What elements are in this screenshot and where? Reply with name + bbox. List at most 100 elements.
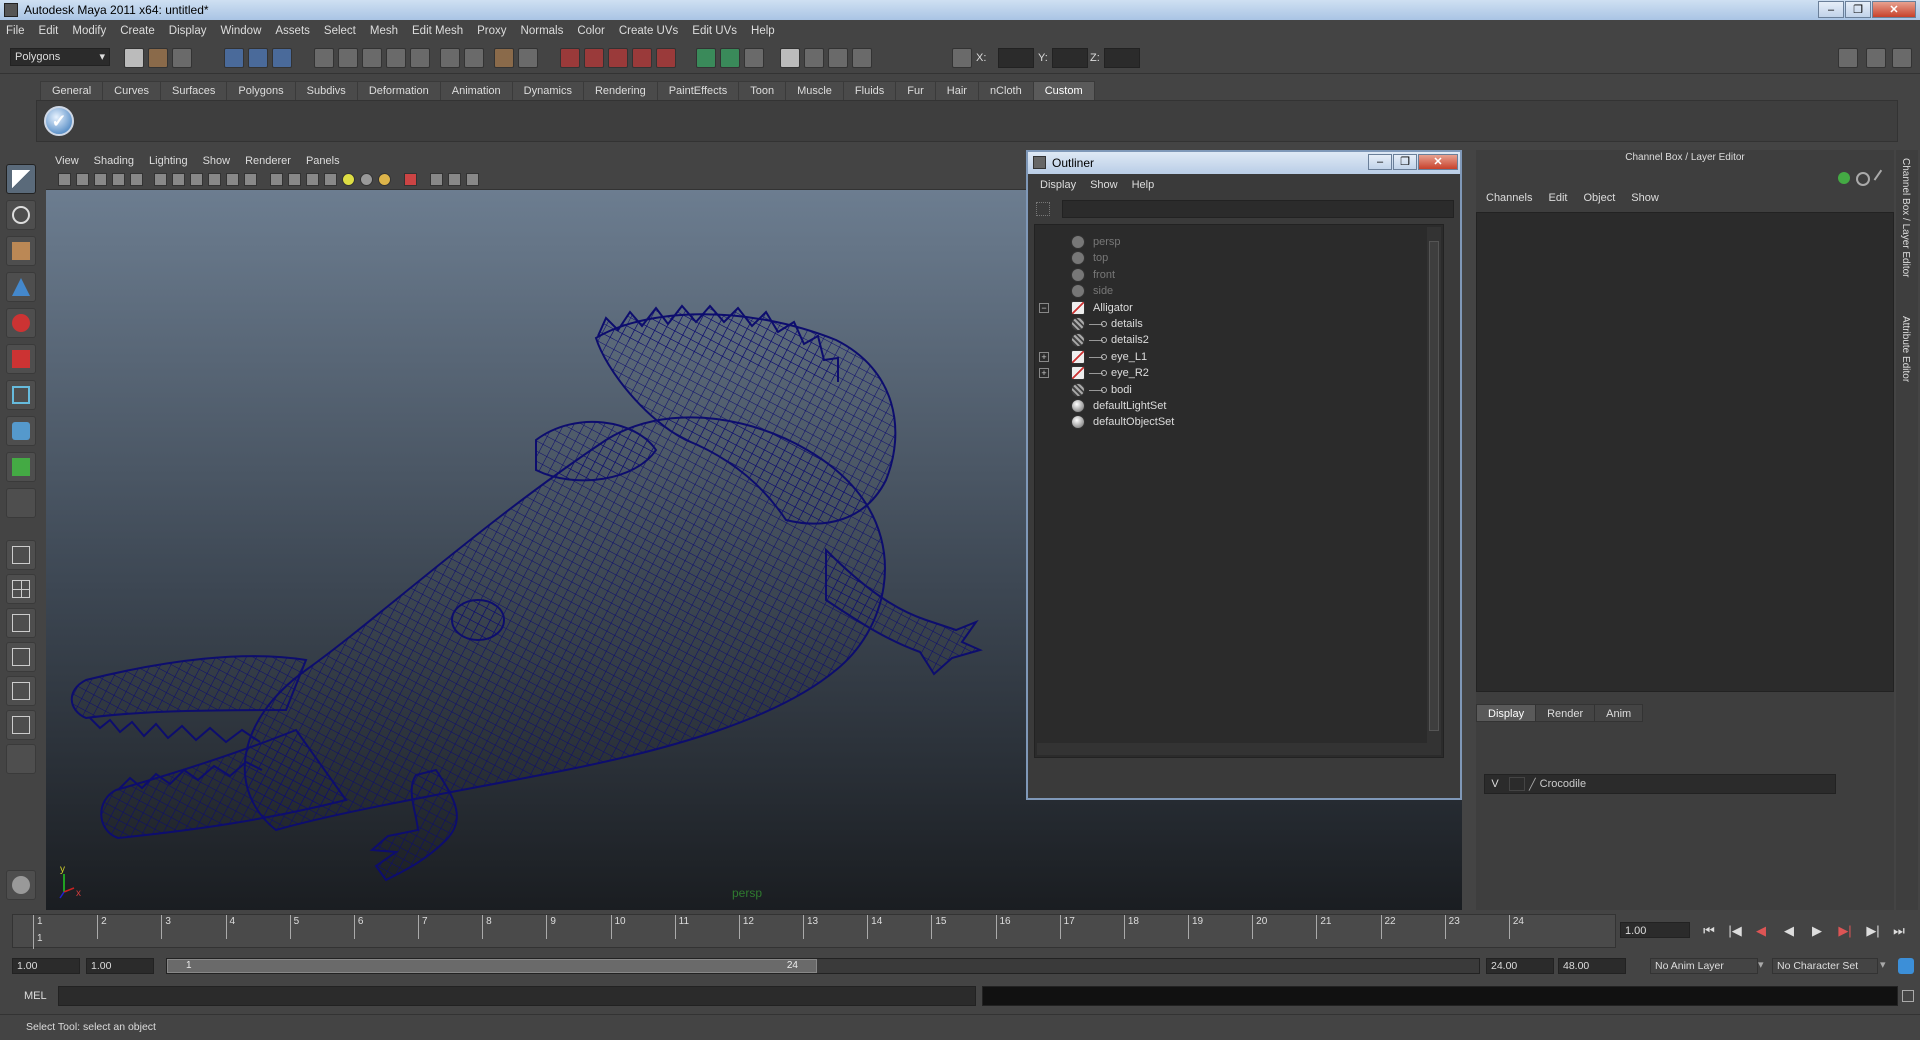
script-editor-icon[interactable] <box>1902 990 1914 1002</box>
go-to-end-icon[interactable]: ⏭ <box>1890 922 1908 940</box>
shelf-tab-animation[interactable]: Animation <box>439 81 513 100</box>
play-forward-icon[interactable]: ▶ <box>1808 922 1826 940</box>
resolution-gate-icon[interactable] <box>172 173 185 186</box>
anim-start-field[interactable]: 1.00 <box>12 958 80 974</box>
menu-file[interactable]: File <box>6 25 25 37</box>
alligator-mesh[interactable] <box>70 304 983 882</box>
minimize-button[interactable]: – <box>1818 1 1844 18</box>
manip-icon[interactable] <box>1856 172 1870 186</box>
shelf-tab-custom[interactable]: Custom <box>1032 81 1095 100</box>
tool-settings-icon[interactable] <box>804 48 824 68</box>
four-pane-layout-icon[interactable] <box>6 574 36 604</box>
constraint-icon[interactable] <box>720 48 740 68</box>
shelf-tab-ncloth[interactable]: nCloth <box>977 81 1034 100</box>
menu-create-uvs[interactable]: Create UVs <box>619 25 678 37</box>
viewport-menu-panels[interactable]: Panels <box>306 155 340 167</box>
menu-edit-uvs[interactable]: Edit UVs <box>692 25 737 37</box>
step-back-icon[interactable]: |◀ <box>1726 922 1744 940</box>
use-lights-icon[interactable] <box>342 173 355 186</box>
show-channel-box-icon[interactable] <box>1892 48 1912 68</box>
range-slider[interactable]: 1 24 <box>166 958 1480 974</box>
outliner-menu-show[interactable]: Show <box>1090 179 1118 191</box>
rotate-tool-icon[interactable] <box>6 308 36 338</box>
render-current-icon[interactable] <box>560 48 580 68</box>
layer-tab-anim[interactable]: Anim <box>1594 704 1644 722</box>
outliner-item-defaultlightset[interactable]: defaultLightSet <box>1035 397 1425 415</box>
shelf-tab-polygons[interactable]: Polygons <box>226 81 296 100</box>
shelf-tab-hair[interactable]: Hair <box>934 81 979 100</box>
menu-normals[interactable]: Normals <box>521 25 564 37</box>
help-icon[interactable] <box>464 48 484 68</box>
close-button[interactable]: ✕ <box>1872 1 1916 18</box>
menu-color[interactable]: Color <box>577 25 604 37</box>
outliner-item-details2[interactable]: details2 <box>1035 331 1425 349</box>
channel-box-menu-object[interactable]: Object <box>1583 192 1615 204</box>
expand-toggle-icon[interactable]: + <box>1039 368 1049 379</box>
shelf-tab-deformation[interactable]: Deformation <box>356 81 441 100</box>
lasso-tool-icon[interactable] <box>6 200 36 230</box>
snap-plane-icon[interactable] <box>386 48 406 68</box>
shelf-tab-curves[interactable]: Curves <box>102 81 161 100</box>
expand-toggle-icon[interactable]: + <box>1039 351 1049 362</box>
show-manipulator-icon[interactable] <box>6 452 36 482</box>
isolate-select-icon[interactable] <box>404 173 417 186</box>
field-chart-icon[interactable] <box>208 173 221 186</box>
channel-box-menu-show[interactable]: Show <box>1631 192 1659 204</box>
outliner-item-alligator[interactable]: − Alligator <box>1035 299 1425 317</box>
outliner-item-defaultobjectset[interactable]: defaultObjectSet <box>1035 413 1425 431</box>
layout-icon[interactable] <box>744 48 764 68</box>
playback-end-field[interactable]: 24.00 <box>1486 958 1554 974</box>
shelf-tab-general[interactable]: General <box>40 81 104 100</box>
last-tool-icon[interactable] <box>6 488 36 518</box>
go-to-start-icon[interactable]: ⏮ <box>1700 922 1718 940</box>
safe-action-icon[interactable] <box>226 173 239 186</box>
outliner-menu-display[interactable]: Display <box>1040 179 1076 191</box>
outliner-minimize-button[interactable]: – <box>1368 154 1392 170</box>
open-scene-icon[interactable] <box>148 48 168 68</box>
show-tool-settings-icon[interactable] <box>1866 48 1886 68</box>
step-back-key-icon[interactable]: ◀ <box>1752 922 1770 940</box>
outliner-persp-layout-icon[interactable] <box>6 608 36 638</box>
character-set-dropdown[interactable]: No Character Set <box>1772 958 1878 974</box>
layer-row-crocodile[interactable]: V ╱ Crocodile <box>1484 774 1836 794</box>
smooth-shade-icon[interactable] <box>288 173 301 186</box>
menu-mesh[interactable]: Mesh <box>370 25 398 37</box>
speed-icon[interactable] <box>1873 169 1891 187</box>
outliner-horizontal-scrollbar[interactable] <box>1037 743 1437 755</box>
menu-assets[interactable]: Assets <box>275 25 310 37</box>
channel-box-menu-edit[interactable]: Edit <box>1548 192 1567 204</box>
graph-persp-layout-icon[interactable] <box>6 642 36 672</box>
shelf-tab-dynamics[interactable]: Dynamics <box>511 81 584 100</box>
select-tool-icon[interactable] <box>6 164 36 194</box>
anim-layer-dropdown[interactable]: No Anim Layer <box>1650 958 1758 974</box>
outliner-close-button[interactable]: ✕ <box>1418 154 1458 170</box>
textured-icon[interactable] <box>324 173 337 186</box>
camera-attributes-icon[interactable] <box>76 173 89 186</box>
shelf-tab-painteffects[interactable]: PaintEffects <box>656 81 740 100</box>
channel-box-menu-channels[interactable]: Channels <box>1486 192 1532 204</box>
hypershade-icon[interactable] <box>632 48 652 68</box>
single-pane-layout-icon[interactable] <box>6 540 36 570</box>
collapse-toggle-icon[interactable]: − <box>1039 302 1049 313</box>
camera-select-icon[interactable] <box>58 173 71 186</box>
menu-modify[interactable]: Modify <box>72 25 106 37</box>
image-plane-icon[interactable] <box>112 173 125 186</box>
outliner-filter-input[interactable] <box>1062 200 1454 218</box>
outliner-title-bar[interactable]: Outliner – ❐ ✕ <box>1028 152 1460 174</box>
attribute-icon[interactable] <box>780 48 800 68</box>
menu-window[interactable]: Window <box>220 25 261 37</box>
menu-edit[interactable]: Edit <box>39 25 59 37</box>
menu-help[interactable]: Help <box>751 25 775 37</box>
scale-tool-icon[interactable] <box>6 344 36 374</box>
current-frame-field[interactable]: 1.00 <box>1620 922 1690 938</box>
shade-wireframe-icon[interactable] <box>306 173 319 186</box>
filter-icon[interactable] <box>1036 202 1050 216</box>
move-tool-icon[interactable] <box>6 272 36 302</box>
menu-display[interactable]: Display <box>169 25 207 37</box>
save-scene-icon[interactable] <box>172 48 192 68</box>
render-view-icon[interactable] <box>656 48 676 68</box>
shelf-tab-surfaces[interactable]: Surfaces <box>159 81 228 100</box>
viewport-menu-renderer[interactable]: Renderer <box>245 155 291 167</box>
make-live-icon[interactable] <box>410 48 430 68</box>
high-quality-icon[interactable] <box>378 173 391 186</box>
